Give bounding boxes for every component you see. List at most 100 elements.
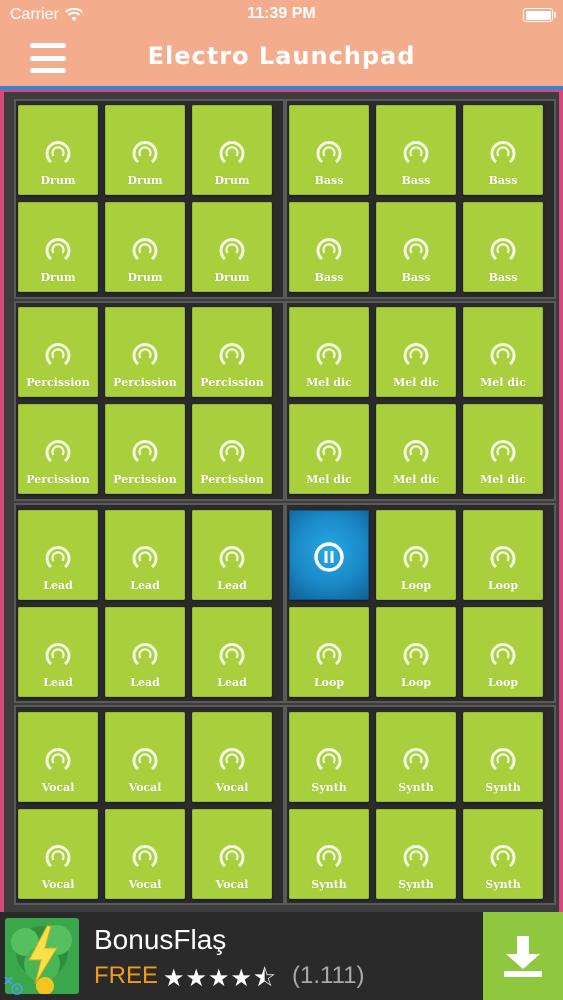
pad-drum[interactable]: Drum: [18, 202, 98, 292]
loop-circle-icon: [43, 843, 73, 871]
pad-lead[interactable]: Lead: [192, 607, 272, 697]
pad-label: Mel dic: [306, 376, 352, 389]
pad-label: Vocal: [128, 781, 162, 794]
loop-circle-icon: [314, 438, 344, 466]
pad-vocal[interactable]: Vocal: [105, 809, 185, 899]
loop-circle-icon: [130, 544, 160, 572]
loop-circle-icon: [43, 641, 73, 669]
pad-lead[interactable]: Lead: [18, 607, 98, 697]
pad-label: Loop: [487, 579, 519, 592]
pad-percussion[interactable]: Percission: [18, 404, 98, 494]
loop-circle-icon: [401, 843, 431, 871]
pad-melodic[interactable]: Mel dic: [463, 307, 543, 397]
pad-label: Drum: [127, 174, 163, 187]
adchoices-close-icon[interactable]: [2, 974, 24, 996]
pad-percussion[interactable]: Percission: [192, 404, 272, 494]
nav-bar: Electro Launchpad: [0, 30, 563, 86]
ad-app-name[interactable]: BonusFlaş: [94, 924, 226, 956]
pad-percussion[interactable]: Percission: [105, 307, 185, 397]
loop-circle-icon: [488, 236, 518, 264]
pad-lead[interactable]: Lead: [105, 510, 185, 600]
pad-label: Mel dic: [480, 376, 526, 389]
pad-label: Bass: [314, 174, 344, 187]
pad-bass[interactable]: Bass: [376, 202, 456, 292]
loop-circle-icon: [488, 544, 518, 572]
loop-circle-icon: [314, 641, 344, 669]
pad-synth[interactable]: Synth: [289, 712, 369, 802]
loop-circle-icon: [401, 236, 431, 264]
pad-loop[interactable]: Loop: [463, 510, 543, 600]
pad-percussion[interactable]: Percission: [105, 404, 185, 494]
pad-loop[interactable]: Loop: [376, 510, 456, 600]
loop-circle-icon: [401, 641, 431, 669]
pad-label: Bass: [314, 271, 344, 284]
pad-melodic[interactable]: Mel dic: [463, 404, 543, 494]
pad-bass[interactable]: Bass: [463, 202, 543, 292]
pad-label: Bass: [488, 271, 518, 284]
pad-loop[interactable]: Loop: [463, 607, 543, 697]
pad-vocal[interactable]: Vocal: [18, 712, 98, 802]
launchpad-frame: Drum Drum Drum Bass Bass Bass Drum Drum Drum Bass…: [0, 90, 563, 912]
pad-label: Lead: [130, 579, 160, 592]
pad-label: Mel dic: [480, 473, 526, 486]
loop-circle-icon: [401, 139, 431, 167]
pad-label: Drum: [40, 271, 76, 284]
pad-lead[interactable]: Lead: [18, 510, 98, 600]
pad-label: Percission: [200, 376, 264, 389]
ad-banner[interactable]: BonusFlaş FREE ★★★★⯪ (1.111): [0, 912, 563, 1000]
pad-drum[interactable]: Drum: [105, 202, 185, 292]
pad-synth[interactable]: Synth: [463, 809, 543, 899]
loop-circle-icon: [217, 438, 247, 466]
loop-circle-icon: [43, 139, 73, 167]
loop-circle-icon: [130, 341, 160, 369]
carrier-label: Carrier: [10, 6, 59, 23]
pad-melodic[interactable]: Mel dic: [289, 307, 369, 397]
pad-lead[interactable]: Lead: [105, 607, 185, 697]
loop-circle-icon: [401, 746, 431, 774]
loop-circle-icon: [314, 236, 344, 264]
pad-lead[interactable]: Lead: [192, 510, 272, 600]
pad-label: Mel dic: [306, 473, 352, 486]
loop-circle-icon: [217, 746, 247, 774]
pad-label: Drum: [214, 271, 250, 284]
loop-circle-icon: [43, 236, 73, 264]
pad-label: Percission: [26, 376, 90, 389]
pad-loop[interactable]: Loop: [289, 607, 369, 697]
pad-bass[interactable]: Bass: [463, 105, 543, 195]
pad-melodic[interactable]: Mel dic: [376, 404, 456, 494]
pad-drum[interactable]: Drum: [192, 105, 272, 195]
pad-label: Vocal: [41, 878, 75, 891]
pad-loop[interactable]: Loop: [376, 607, 456, 697]
pad-label: Percission: [113, 376, 177, 389]
pad-label: Vocal: [128, 878, 162, 891]
pad-vocal[interactable]: Vocal: [192, 712, 272, 802]
pad-drum[interactable]: Drum: [18, 105, 98, 195]
pad-label: Mel dic: [393, 376, 439, 389]
pad-playing[interactable]: [289, 510, 369, 600]
pad-label: Lead: [217, 579, 247, 592]
pad-percussion[interactable]: Percission: [18, 307, 98, 397]
loop-circle-icon: [217, 139, 247, 167]
pad-label: Loop: [313, 676, 345, 689]
wifi-icon: [65, 8, 83, 21]
pad-bass[interactable]: Bass: [289, 105, 369, 195]
pad-drum[interactable]: Drum: [192, 202, 272, 292]
pad-synth[interactable]: Synth: [289, 809, 369, 899]
pad-vocal[interactable]: Vocal: [105, 712, 185, 802]
pad-drum[interactable]: Drum: [105, 105, 185, 195]
pad-vocal[interactable]: Vocal: [192, 809, 272, 899]
pad-label: Synth: [311, 781, 347, 794]
pad-label: Percission: [200, 473, 264, 486]
pad-bass[interactable]: Bass: [376, 105, 456, 195]
pad-melodic[interactable]: Mel dic: [376, 307, 456, 397]
pad-melodic[interactable]: Mel dic: [289, 404, 369, 494]
pad-label: Lead: [43, 676, 73, 689]
pad-bass[interactable]: Bass: [289, 202, 369, 292]
loop-circle-icon: [130, 746, 160, 774]
pad-synth[interactable]: Synth: [376, 809, 456, 899]
download-button[interactable]: [483, 912, 563, 1000]
pad-vocal[interactable]: Vocal: [18, 809, 98, 899]
pad-percussion[interactable]: Percission: [192, 307, 272, 397]
pad-synth[interactable]: Synth: [376, 712, 456, 802]
pad-synth[interactable]: Synth: [463, 712, 543, 802]
